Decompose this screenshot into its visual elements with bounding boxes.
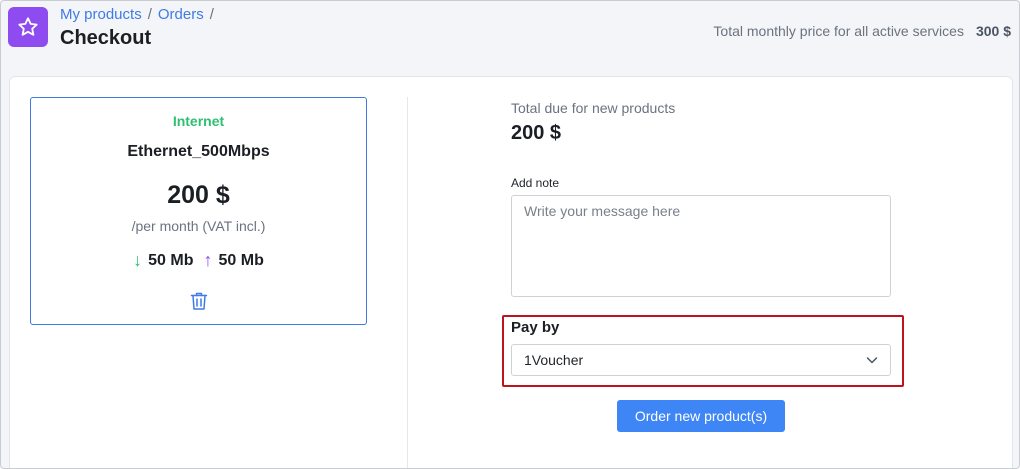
checkout-window: My products / Orders / Checkout Total mo… [0,0,1020,469]
chevron-down-icon [866,357,878,364]
checkout-panel: Internet Ethernet_500Mbps 200 $ /per mon… [9,76,1013,468]
product-period: /per month (VAT incl.) [131,218,266,234]
breadcrumb-separator: / [209,6,214,23]
payment-method-select[interactable]: 1Voucher [511,344,891,376]
total-monthly-price: Total monthly price for all active servi… [713,23,1011,39]
total-due-amount: 200 $ [511,122,562,144]
product-price: 200 $ [167,181,230,209]
column-divider [407,97,408,468]
product-name: Ethernet_500Mbps [127,143,270,160]
download-speed: 50 Mb [148,251,194,269]
order-new-products-button[interactable]: Order new product(s) [617,400,785,432]
download-arrow-icon: ↓ [133,250,143,270]
upload-speed: 50 Mb [218,251,264,269]
trash-icon[interactable] [190,291,208,311]
total-due-label: Total due for new products [511,100,676,116]
pay-by-label: Pay by [511,319,560,336]
breadcrumb: My products / Orders / [60,6,216,23]
product-speeds: ↓ 50 Mb ↑ 50 Mb [31,250,366,271]
page-title: Checkout [60,27,152,49]
add-note-label: Add note [511,176,560,190]
total-monthly-value: 300 $ [975,23,1011,39]
note-textarea[interactable] [511,195,891,297]
total-monthly-label: Total monthly price for all active servi… [713,23,964,39]
app-icon [8,7,48,47]
breadcrumb-my-products[interactable]: My products [60,6,142,23]
payment-method-value: 1Voucher [524,352,584,368]
product-card: Internet Ethernet_500Mbps 200 $ /per mon… [30,97,367,325]
breadcrumb-orders[interactable]: Orders [158,6,204,23]
star-icon [18,17,38,36]
upload-arrow-icon: ↑ [203,250,213,270]
product-category: Internet [172,113,225,129]
breadcrumb-separator: / [147,6,152,23]
